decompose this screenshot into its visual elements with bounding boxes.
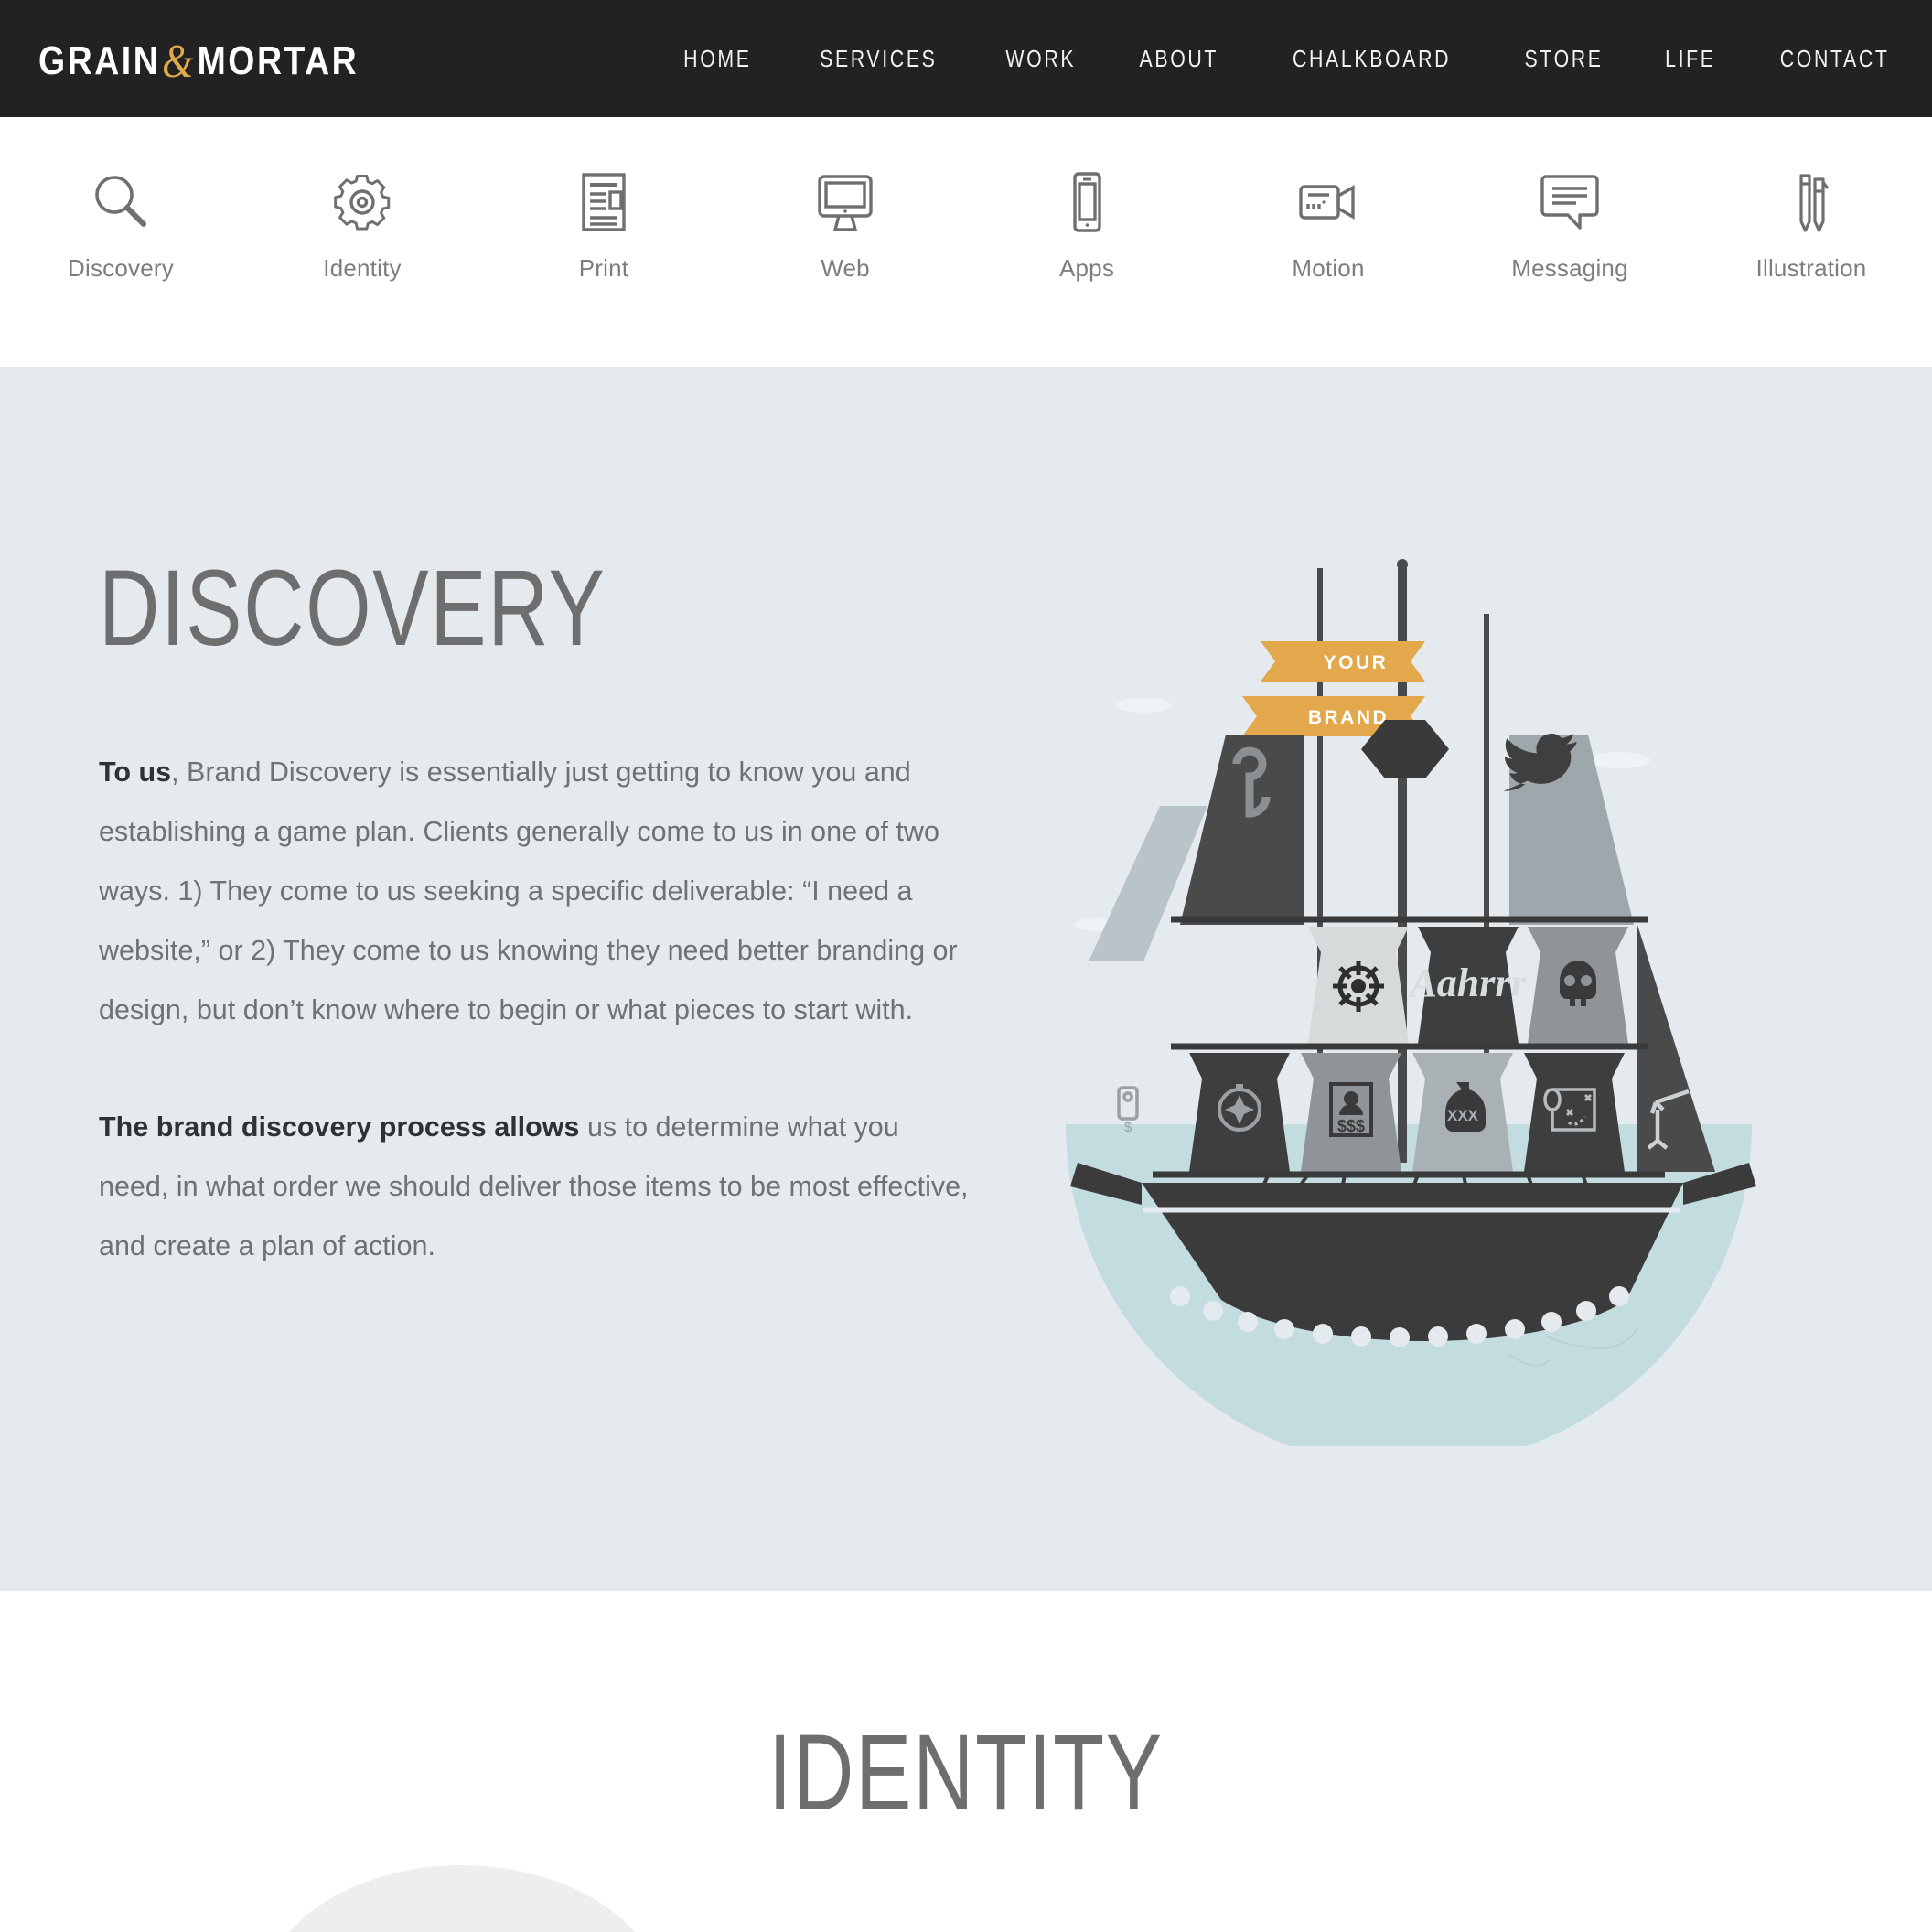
- svg-text:XXX: XXX: [1447, 1107, 1479, 1124]
- service-label-messaging: Messaging: [1511, 254, 1628, 282]
- desktop-monitor-icon: [810, 166, 881, 238]
- discovery-heading: DISCOVERY: [99, 548, 606, 669]
- service-item-apps[interactable]: Apps: [966, 166, 1208, 283]
- video-camera-icon: [1293, 166, 1364, 238]
- services-icon-strip: Discovery Identity Print Web Apps Motion…: [0, 117, 1932, 367]
- pen-pencil-icon: [1776, 166, 1847, 238]
- sail-low-4: [1524, 1053, 1625, 1172]
- discovery-paragraph-1-lead: To us: [99, 757, 172, 788]
- service-label-print: Print: [578, 254, 629, 282]
- nav-item-home[interactable]: HOME: [664, 45, 771, 73]
- sail-far-left: [1089, 806, 1208, 961]
- gear-icon: [327, 166, 398, 238]
- service-label-discovery: Discovery: [68, 254, 174, 282]
- identity-decorative-blob: [261, 1865, 663, 1932]
- discovery-paragraph-1: To us, Brand Discovery is essentially ju…: [99, 743, 972, 1040]
- service-item-messaging[interactable]: Messaging: [1449, 166, 1690, 283]
- identity-heading-text: IDENTITY: [768, 1712, 1164, 1833]
- logo-text-first: GRAIN: [38, 38, 161, 83]
- nav-item-chalkboard[interactable]: CHALKBOARD: [1273, 45, 1471, 73]
- nav-item-contact[interactable]: CONTACT: [1760, 45, 1896, 73]
- nav-item-work[interactable]: WORK: [986, 45, 1095, 73]
- logo-text-second: MORTAR: [197, 38, 360, 83]
- article-page-icon: [568, 166, 639, 238]
- nav-item-services[interactable]: SERVICES: [800, 45, 957, 73]
- discovery-section: DISCOVERY To us, Brand Discovery is esse…: [0, 367, 1932, 1591]
- discovery-paragraph-1-rest: , Brand Discovery is essentially just ge…: [99, 757, 958, 1025]
- top-navigation-bar: GRAIN & MORTAR HOME SERVICES WORK ABOUT CH…: [0, 0, 1932, 117]
- svg-text:$: $: [1124, 1120, 1132, 1135]
- discovery-body-copy: To us, Brand Discovery is essentially ju…: [99, 743, 972, 1276]
- main-menu: HOME SERVICES WORK ABOUT CHALKBOARD STOR…: [652, 45, 1912, 73]
- nav-item-store[interactable]: STORE: [1505, 45, 1623, 73]
- aahrrr-script: Aahrrr: [1407, 961, 1527, 1005]
- service-label-apps: Apps: [1058, 254, 1115, 282]
- service-item-discovery[interactable]: Discovery: [0, 166, 242, 283]
- service-item-print[interactable]: Print: [483, 166, 724, 283]
- speech-bubble-icon: [1534, 166, 1605, 238]
- service-label-illustration: Illustration: [1755, 254, 1867, 282]
- nav-item-about[interactable]: ABOUT: [1120, 45, 1238, 73]
- ships-wheel-icon: [1333, 961, 1384, 1012]
- pirate-ship-illustration: YOUR BRAND Aahrrr $$$ XXX $: [1034, 531, 1784, 1446]
- service-label-identity: Identity: [323, 254, 402, 282]
- svg-text:BRAND: BRAND: [1308, 707, 1389, 728]
- identity-heading: IDENTITY: [0, 1591, 1932, 1827]
- discovery-illustration-column: YOUR BRAND Aahrrr $$$ XXX $: [1061, 367, 1932, 1591]
- smartphone-icon: [1051, 166, 1122, 238]
- service-item-identity[interactable]: Identity: [242, 166, 483, 283]
- service-item-motion[interactable]: Motion: [1208, 166, 1449, 283]
- service-item-illustration[interactable]: Illustration: [1690, 166, 1932, 283]
- sail-far-right: [1637, 925, 1715, 1172]
- svg-text:YOUR: YOUR: [1324, 652, 1389, 673]
- discovery-paragraph-2-lead: The brand discovery process allows: [99, 1111, 580, 1143]
- svg-text:$$$: $$$: [1337, 1117, 1365, 1135]
- service-label-web: Web: [821, 254, 870, 282]
- site-logo[interactable]: GRAIN & MORTAR: [38, 32, 360, 88]
- discovery-paragraph-2: The brand discovery process allows us to…: [99, 1098, 972, 1276]
- service-label-motion: Motion: [1292, 254, 1365, 282]
- logo-ampersand: &: [161, 35, 196, 88]
- service-item-web[interactable]: Web: [724, 166, 966, 283]
- magnifier-icon: [85, 166, 156, 238]
- sail-upper-left: [1180, 735, 1304, 925]
- identity-section: IDENTITY: [0, 1591, 1932, 1932]
- discovery-text-column: DISCOVERY To us, Brand Discovery is esse…: [0, 367, 1061, 1591]
- nav-item-life[interactable]: LIFE: [1646, 45, 1735, 73]
